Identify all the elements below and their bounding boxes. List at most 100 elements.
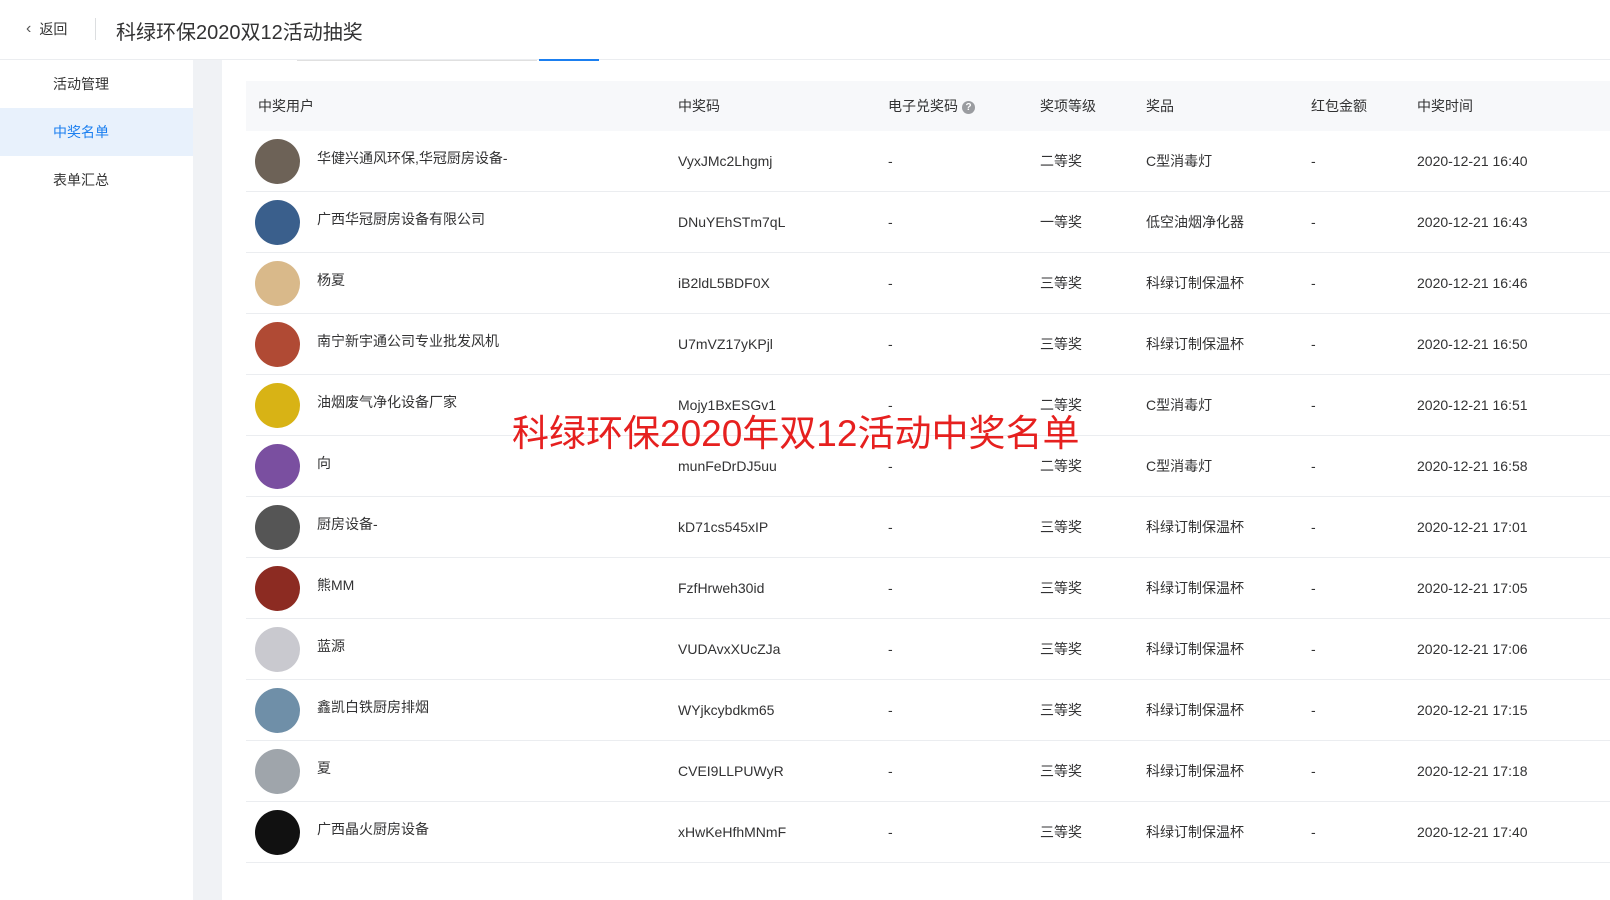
avatar	[255, 504, 300, 550]
cell-code: iB2ldL5BDF0X	[666, 252, 876, 314]
search-input-edge[interactable]	[297, 60, 537, 61]
avatar	[255, 626, 300, 672]
cell-level: 三等奖	[1028, 740, 1134, 802]
cell-user: 厨房设备-	[246, 496, 666, 558]
cell-redpacket: -	[1299, 374, 1405, 436]
user-cell: 向	[255, 443, 666, 489]
user-name: 蓝源	[317, 638, 345, 654]
sidebar-item-activity-management[interactable]: 活动管理	[0, 60, 193, 108]
user-name: 广西华冠厨房设备有限公司	[317, 211, 485, 227]
user-cell: 杨夏	[255, 260, 666, 306]
sidebar-item-winners-list[interactable]: 中奖名单	[0, 108, 193, 156]
cell-time: 2020-12-21 17:15	[1405, 679, 1610, 741]
chevron-left-icon: ‹	[26, 20, 32, 37]
cell-code: VyxJMc2Lhgmj	[666, 131, 876, 192]
cell-code: Mojy1BxESGv1	[666, 374, 876, 436]
cell-code: xHwKeHfhMNmF	[666, 801, 876, 863]
cell-voucher: -	[876, 740, 1028, 802]
avatar	[255, 260, 300, 306]
cell-code: VUDAvxXUcZJa	[666, 618, 876, 680]
cell-voucher: -	[876, 618, 1028, 680]
user-cell: 广西晶火厨房设备	[255, 809, 666, 855]
user-cell: 华健兴通风环保,华冠厨房设备-	[255, 138, 666, 184]
avatar	[255, 321, 300, 367]
column-header-redpacket: 红包金额	[1299, 81, 1405, 131]
avatar	[255, 687, 300, 733]
user-cell: 熊MM	[255, 565, 666, 611]
cell-prize: 科绿订制保温杯	[1134, 496, 1299, 558]
cell-prize: 科绿订制保温杯	[1134, 801, 1299, 863]
user-cell: 南宁新宇通公司专业批发风机	[255, 321, 666, 367]
cell-voucher: -	[876, 313, 1028, 375]
cell-prize: 低空油烟净化器	[1134, 191, 1299, 253]
cell-code: WYjkcybdkm65	[666, 679, 876, 741]
cell-user: 杨夏	[246, 252, 666, 314]
cell-user: 华健兴通风环保,华冠厨房设备-	[246, 131, 666, 192]
cell-prize: 科绿订制保温杯	[1134, 252, 1299, 314]
cell-code: CVEI9LLPUWyR	[666, 740, 876, 802]
cell-level: 二等奖	[1028, 131, 1134, 192]
cell-time: 2020-12-21 17:01	[1405, 496, 1610, 558]
cell-voucher: -	[876, 435, 1028, 497]
user-cell: 广西华冠厨房设备有限公司	[255, 199, 666, 245]
user-name: 向	[317, 455, 331, 471]
avatar	[255, 565, 300, 611]
avatar	[255, 138, 300, 184]
cell-time: 2020-12-21 17:06	[1405, 618, 1610, 680]
table-row: 向 munFeDrDJ5uu - 二等奖 C型消毒灯 -2020-12-21 16:58	[246, 435, 1610, 497]
user-name: 熊MM	[317, 577, 355, 593]
cell-level: 三等奖	[1028, 496, 1134, 558]
avatar	[255, 199, 300, 245]
cell-user: 熊MM	[246, 557, 666, 619]
user-name: 南宁新宇通公司专业批发风机	[317, 333, 499, 349]
cell-user: 蓝源	[246, 618, 666, 680]
table-row: 华健兴通风环保,华冠厨房设备- VyxJMc2Lhgmj - 二等奖 C型消毒灯 -202…	[246, 131, 1610, 192]
cell-redpacket: -	[1299, 131, 1405, 192]
cell-time: 2020-12-21 16:50	[1405, 313, 1610, 375]
cell-time: 2020-12-21 16:51	[1405, 374, 1610, 436]
cell-user: 夏	[246, 740, 666, 802]
cell-voucher: -	[876, 191, 1028, 253]
divider	[95, 18, 96, 40]
winners-table: 中奖用户 中奖码 电子兑奖码? 奖项等级 奖品 红包金额 中奖时间 华健兴通风环…	[246, 81, 1610, 863]
table-header-row: 中奖用户 中奖码 电子兑奖码? 奖项等级 奖品 红包金额 中奖时间	[246, 81, 1610, 131]
user-name: 鑫凯白铁厨房排烟	[317, 699, 429, 715]
table-row: 蓝源 VUDAvxXUcZJa - 三等奖 科绿订制保温杯 -2020-12-21 17:…	[246, 618, 1610, 680]
column-header-level: 奖项等级	[1028, 81, 1134, 131]
cell-prize: 科绿订制保温杯	[1134, 313, 1299, 375]
user-cell: 鑫凯白铁厨房排烟	[255, 687, 666, 733]
cell-redpacket: -	[1299, 557, 1405, 619]
cell-voucher: -	[876, 496, 1028, 558]
cell-user: 广西华冠厨房设备有限公司	[246, 191, 666, 253]
user-cell: 油烟废气净化设备厂家	[255, 382, 666, 428]
user-name: 夏	[317, 760, 331, 776]
table-row: 南宁新宇通公司专业批发风机 U7mVZ17yKPjl - 三等奖 科绿订制保温杯 -202…	[246, 313, 1610, 375]
main-content: 中奖用户 中奖码 电子兑奖码? 奖项等级 奖品 红包金额 中奖时间 华健兴通风环…	[222, 59, 1610, 900]
column-header-voucher: 电子兑奖码?	[876, 81, 1028, 131]
table-row: 杨夏 iB2ldL5BDF0X - 三等奖 科绿订制保温杯 -2020-12-21 16:…	[246, 252, 1610, 314]
table-row: 鑫凯白铁厨房排烟 WYjkcybdkm65- 三等奖 科绿订制保温杯 -2020-12-…	[246, 679, 1610, 741]
help-icon[interactable]: ?	[962, 100, 975, 114]
cell-code: kD71cs545xIP	[666, 496, 876, 558]
cell-code: DNuYEhSTm7qL	[666, 191, 876, 253]
column-header-time: 中奖时间	[1405, 81, 1610, 131]
sidebar-item-form-summary[interactable]: 表单汇总	[0, 156, 193, 204]
back-button[interactable]: ‹ 返回	[26, 19, 67, 39]
cell-level: 三等奖	[1028, 801, 1134, 863]
cell-user: 油烟废气净化设备厂家	[246, 374, 666, 436]
cell-time: 2020-12-21 17:18	[1405, 740, 1610, 802]
cell-prize: 科绿订制保温杯	[1134, 618, 1299, 680]
search-button-edge[interactable]	[539, 59, 599, 61]
cell-prize: 科绿订制保温杯	[1134, 740, 1299, 802]
cell-level: 三等奖	[1028, 313, 1134, 375]
cell-redpacket: -	[1299, 740, 1405, 802]
cell-prize: C型消毒灯	[1134, 435, 1299, 497]
cell-level: 三等奖	[1028, 618, 1134, 680]
cell-voucher: -	[876, 557, 1028, 619]
sidebar: 活动管理 中奖名单 表单汇总	[0, 60, 193, 900]
cell-user: 南宁新宇通公司专业批发风机	[246, 313, 666, 375]
user-cell: 夏	[255, 748, 666, 794]
cell-redpacket: -	[1299, 435, 1405, 497]
cell-prize: C型消毒灯	[1134, 374, 1299, 436]
column-header-voucher-label: 电子兑奖码	[888, 98, 958, 114]
